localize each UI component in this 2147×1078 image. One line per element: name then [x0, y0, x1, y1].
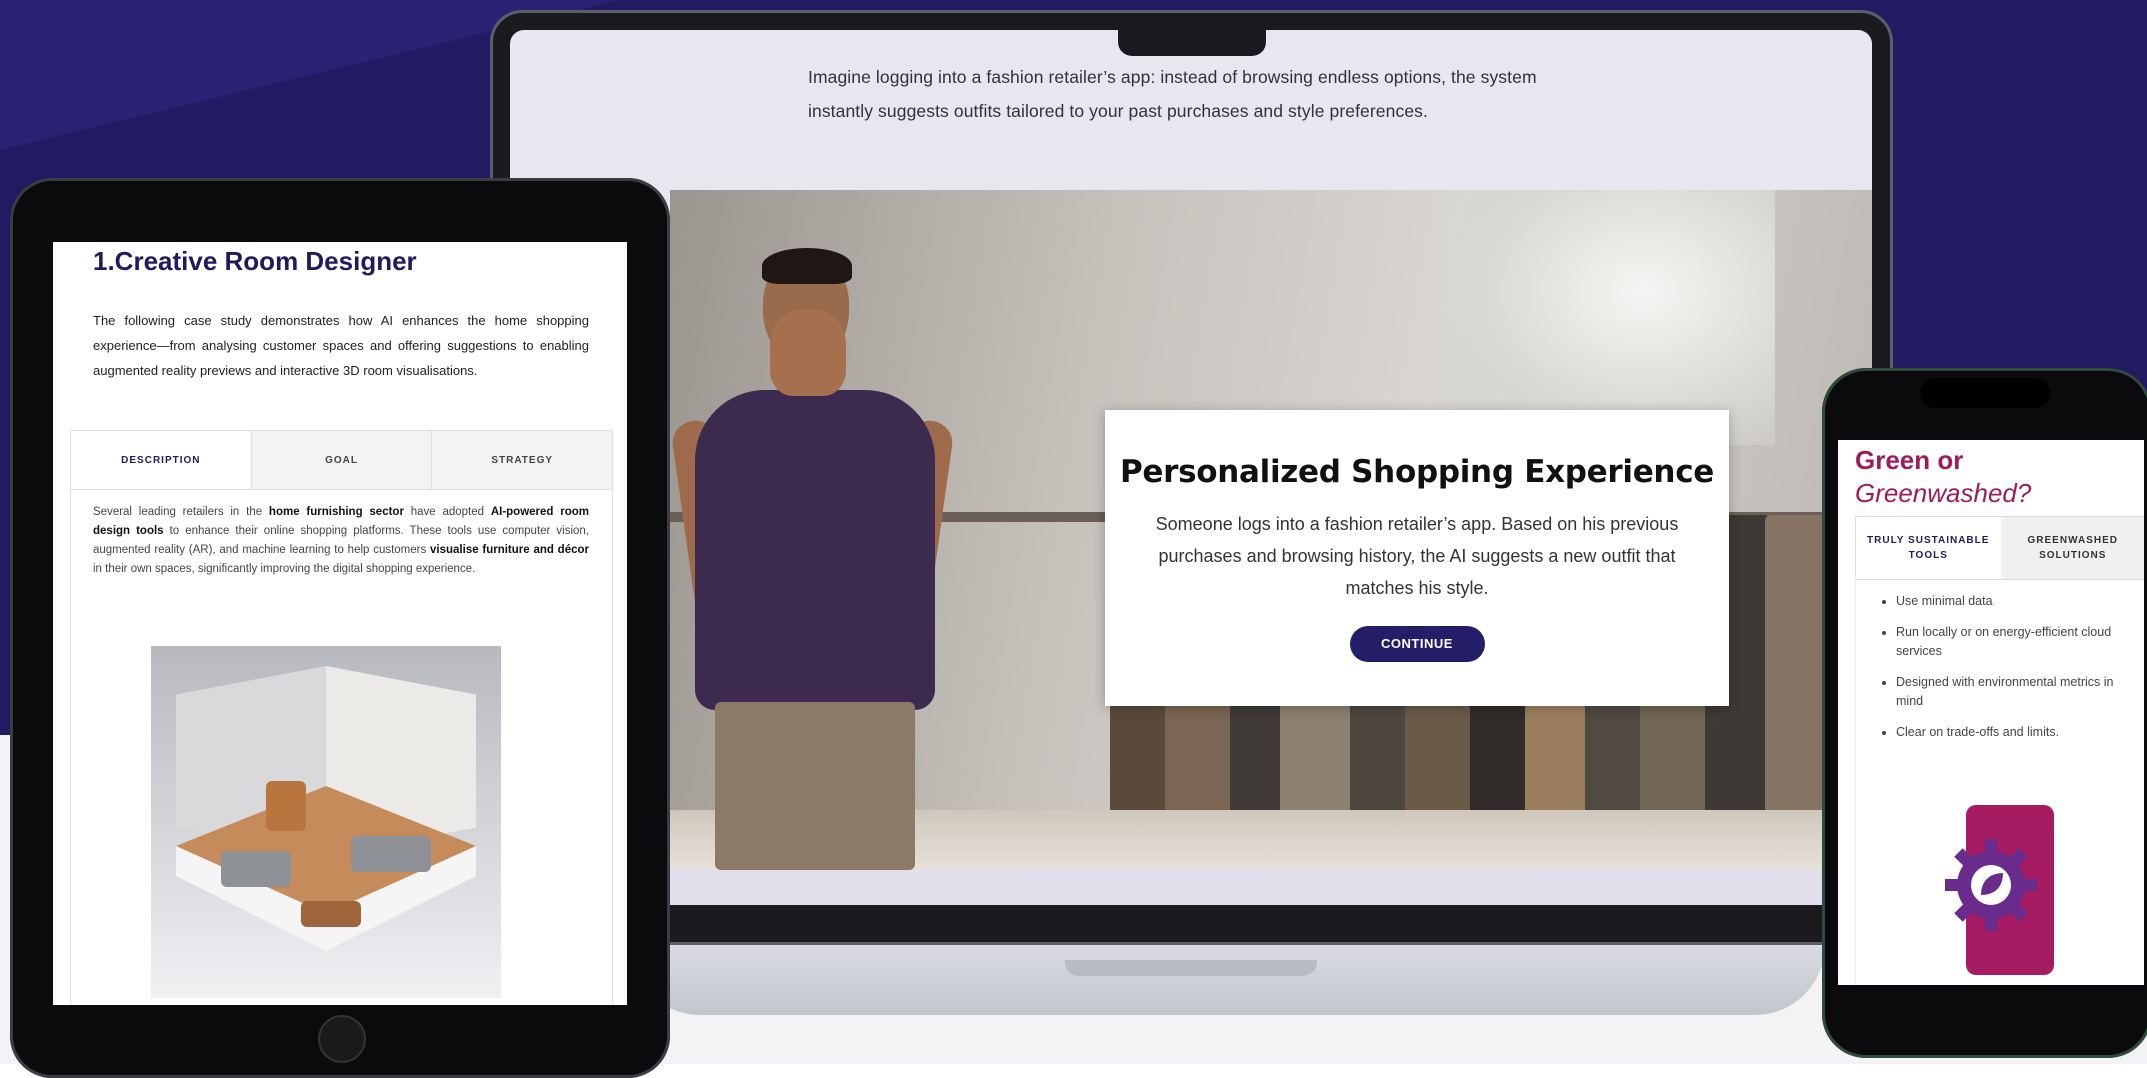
phone-dynamic-island [1920, 378, 2050, 408]
tablet-home-button[interactable] [318, 1015, 366, 1063]
green-or-greenwashed-title: Green or Greenwashed? [1855, 444, 2031, 510]
phone-screen: Green or Greenwashed? TRULY SUSTAINABLE … [1838, 440, 2144, 985]
laptop-camera-notch [1118, 26, 1266, 56]
text-run: have adopted [403, 506, 491, 518]
case-study-intro: The following case study demonstrates ho… [93, 313, 589, 378]
text-emphasis: visualise furniture and décor [430, 544, 589, 556]
criteria-list: Use minimal data Run locally or on energ… [1880, 592, 2126, 754]
person-torso [695, 390, 935, 710]
scenario-intro-text: Imagine logging into a fashion retailer’… [808, 67, 1537, 121]
person-legs [715, 702, 915, 870]
tab-goal[interactable]: GOAL [252, 431, 433, 489]
laptop-base-lip [1065, 960, 1317, 976]
title-line-italic: Greenwashed? [1855, 478, 2032, 508]
case-study-title: 1.Creative Room Designer [93, 246, 417, 276]
scenario-dialog: Personalized Shopping Experience Someone… [1105, 410, 1729, 706]
description-text: Several leading retailers in the home fu… [93, 503, 589, 579]
list-item: Run locally or on energy-efficient cloud… [1896, 623, 2126, 661]
laptop-screen-footer [670, 870, 1872, 905]
tab-greenwashed[interactable]: GREENWASHED SOLUTIONS [2000, 517, 2144, 579]
laptop-screen: Imagine logging into a fashion retailer’… [510, 30, 1872, 905]
list-item: Designed with environmental metrics in m… [1896, 673, 2126, 711]
room-design-image [151, 646, 501, 998]
text-emphasis: home furnishing sector [268, 506, 404, 518]
hero-window-light [1445, 190, 1775, 445]
dialog-body: Someone logs into a fashion retailer’s a… [1155, 514, 1679, 598]
title-line: Green or [1855, 445, 1964, 475]
laptop-base [630, 945, 1825, 1015]
hero-scene: Personalized Shopping Experience Someone… [670, 190, 1872, 870]
tab-strategy[interactable]: STRATEGY [432, 431, 612, 489]
person-hands [770, 310, 846, 396]
text-run: in their own spaces, significantly impro… [93, 563, 476, 575]
sustainability-tabs: TRULY SUSTAINABLE TOOLS GREENWASHED SOLU… [1855, 516, 2144, 580]
list-item: Use minimal data [1896, 592, 2126, 611]
dialog-title: Personalized Shopping Experience [1119, 454, 1715, 490]
tablet-screen: 1.Creative Room Designer The following c… [53, 242, 627, 1005]
continue-button[interactable]: CONTINUE [1349, 626, 1485, 662]
coffee-table [301, 901, 361, 927]
eco-gear-icon [1945, 839, 2037, 931]
tab-truly-sustainable[interactable]: TRULY SUSTAINABLE TOOLS [1856, 517, 2001, 579]
person-hair [762, 248, 852, 284]
list-item: Clear on trade-offs and limits. [1896, 723, 2126, 742]
text-run: Several leading retailers in the [93, 506, 269, 518]
tab-panel-description: Several leading retailers in the home fu… [70, 488, 613, 1005]
sofa [351, 836, 431, 872]
sofa [221, 851, 291, 887]
kitchen-counter [266, 781, 306, 831]
tab-description[interactable]: DESCRIPTION [71, 431, 252, 489]
case-study-tabs: DESCRIPTION GOAL STRATEGY [70, 430, 613, 490]
